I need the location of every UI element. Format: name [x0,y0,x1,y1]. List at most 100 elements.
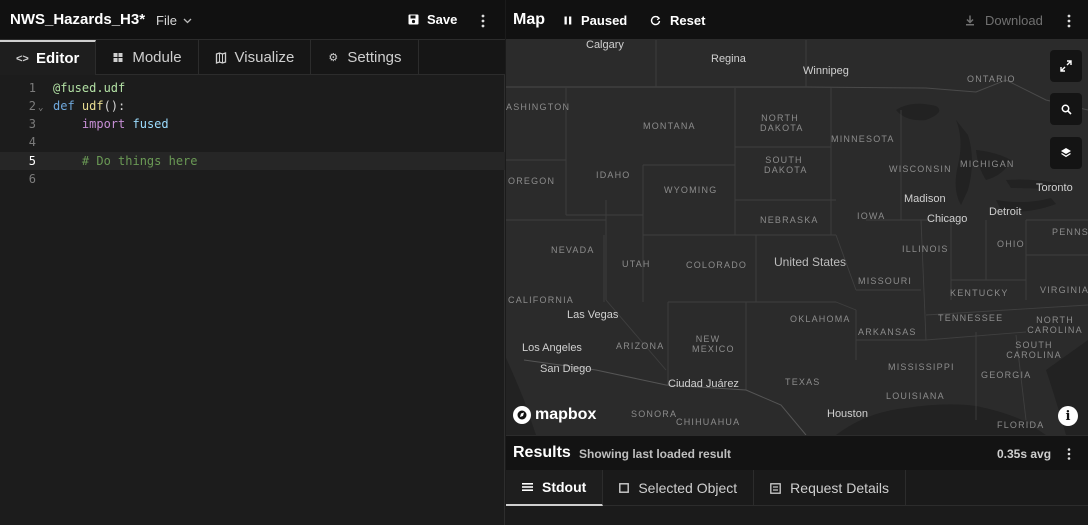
chevron-down-icon [183,18,192,23]
tab-stdout[interactable]: Stdout [506,470,604,506]
code-icon: <> [16,52,29,65]
tab-selected-object[interactable]: Selected Object [603,470,755,506]
code-text: import fused [53,115,169,133]
map-label-region: GEORGIA [981,370,1032,380]
line-number: 3 [28,117,36,131]
list-icon [522,483,533,491]
tab-editor[interactable]: <> Editor [0,40,97,75]
tab-module-label: Module [132,49,182,66]
tab-settings[interactable]: ⚙ Settings [311,40,419,75]
line-number: 1 [28,81,36,95]
map-label-region: ARIZONA [616,341,665,351]
grid-icon [113,53,123,62]
map-canvas[interactable]: Calgary Regina Winnipeg ONTARIO ASHINGTO… [506,40,1088,435]
map-label-region: WISCONSIN [889,164,952,174]
map-label-region: NEBRASKA [760,215,819,225]
map-label-region: NEVADA [551,245,595,255]
map-label-region: CALIFORNIA [508,295,575,305]
tab-selected-object-label: Selected Object [638,480,738,496]
map-label-region: TEXAS [785,377,821,387]
map-label-region: OREGON [508,176,556,186]
line-number: 5 [28,154,36,168]
tab-visualize-label: Visualize [234,49,295,66]
code-text: # Do things here [53,154,198,168]
map-label-region: COLORADO [686,260,748,270]
tab-settings-label: Settings [347,49,402,66]
map-label-region: CHIHUAHUA [676,417,741,427]
tab-editor-label: Editor [36,50,80,67]
map-label-region: FLORIDA [997,420,1045,430]
map-label-city: Los Angeles [522,342,582,354]
map-label-region: MINNESOTA [831,134,895,144]
map-label-region: SONORA [631,409,678,419]
fullscreen-button[interactable] [1050,50,1082,82]
map-label-city: Ciudad Juárez [668,378,739,390]
map-label-region: VIRGINIA [1040,285,1088,295]
code-keyword: import [81,117,126,131]
map-label-region: NORTH DAKOTA [760,113,804,133]
reset-button[interactable]: Reset [650,13,705,28]
map-label-region: MISSISSIPPI [888,362,955,372]
download-button[interactable]: Download [965,13,1043,28]
map-label-region: MICHIGAN [960,159,1015,169]
udf-name[interactable]: NWS_Hazards_H3* [10,11,145,28]
more-options-icon[interactable] [1062,12,1076,30]
code-line: 1 @fused.udf [0,79,505,97]
map-label-region: NORTH CAROLINA [1027,315,1083,335]
map-label-region: WYOMING [664,185,718,195]
code-keyword: def [53,99,75,113]
layers-button[interactable] [1050,137,1082,169]
map-label-region: PENNSYLVA [1052,227,1088,237]
map-label-region: ASHINGTON [506,102,571,112]
map-label-region: OKLAHOMA [790,314,851,324]
search-icon [1061,104,1072,115]
tab-request-details[interactable]: Request Details [754,470,906,506]
map-label-region: NEW MEXICO [692,334,735,354]
map-label-region: KENTUCKY [950,288,1009,298]
code-editor[interactable]: 1 @fused.udf 2 ⌄ def udf(): 3 import fus… [0,78,505,198]
receipt-icon [770,482,782,494]
code-line: 4 [0,133,505,151]
code-line: 2 ⌄ def udf(): [0,97,505,115]
info-icon[interactable]: i [1058,406,1078,426]
map-label-region: MONTANA [643,121,696,131]
map-label-city: Toronto [1036,182,1073,194]
results-subtitle: Showing last loaded result [579,447,732,461]
map-label-region: TENNESSEE [938,313,1004,323]
mapbox-logo[interactable]: mapbox [513,406,596,424]
save-button[interactable]: Save [408,12,457,27]
paused-button[interactable]: Paused [564,13,627,28]
download-icon [966,15,974,26]
mapbox-icon [513,406,531,424]
results-header: Results Showing last loaded result 0.35s… [506,435,1088,470]
pause-icon [564,16,572,25]
map-label-region: ILLINOIS [902,244,949,254]
map-search-button[interactable] [1050,93,1082,125]
file-menu-label: File [156,13,177,28]
file-menu[interactable]: File [156,13,192,28]
more-options-icon[interactable] [1062,446,1076,462]
download-label: Download [985,13,1043,28]
editor-toolbar: NWS_Hazards_H3* File Save [0,0,505,40]
more-options-icon[interactable] [476,12,490,30]
line-number: 6 [28,172,36,186]
results-avg-time: 0.35s avg [997,447,1052,461]
tab-module[interactable]: Module [96,40,199,75]
code-line-current: 5 # Do things here [0,152,505,170]
map-label-city: Winnipeg [803,65,849,77]
map-label-city: San Diego [540,363,592,375]
editor-tabs: <> Editor Module Visualize ⚙ Settings [0,40,505,75]
map-panel: Map Paused Reset Download Calgary Regina… [506,0,1088,525]
reset-label: Reset [670,13,706,28]
save-label: Save [427,12,458,27]
map-label-city: Detroit [989,206,1022,218]
gear-icon: ⚙ [328,52,339,64]
map-label-city: Las Vegas [567,309,619,321]
paused-label: Paused [581,13,628,28]
tab-visualize[interactable]: Visualize [199,40,312,75]
map-label-region: IOWA [857,211,886,221]
map-label-country: United States [774,255,847,269]
line-number: 2 [28,99,36,113]
map-label-city: Chicago [927,213,968,225]
layers-icon [1061,148,1071,158]
